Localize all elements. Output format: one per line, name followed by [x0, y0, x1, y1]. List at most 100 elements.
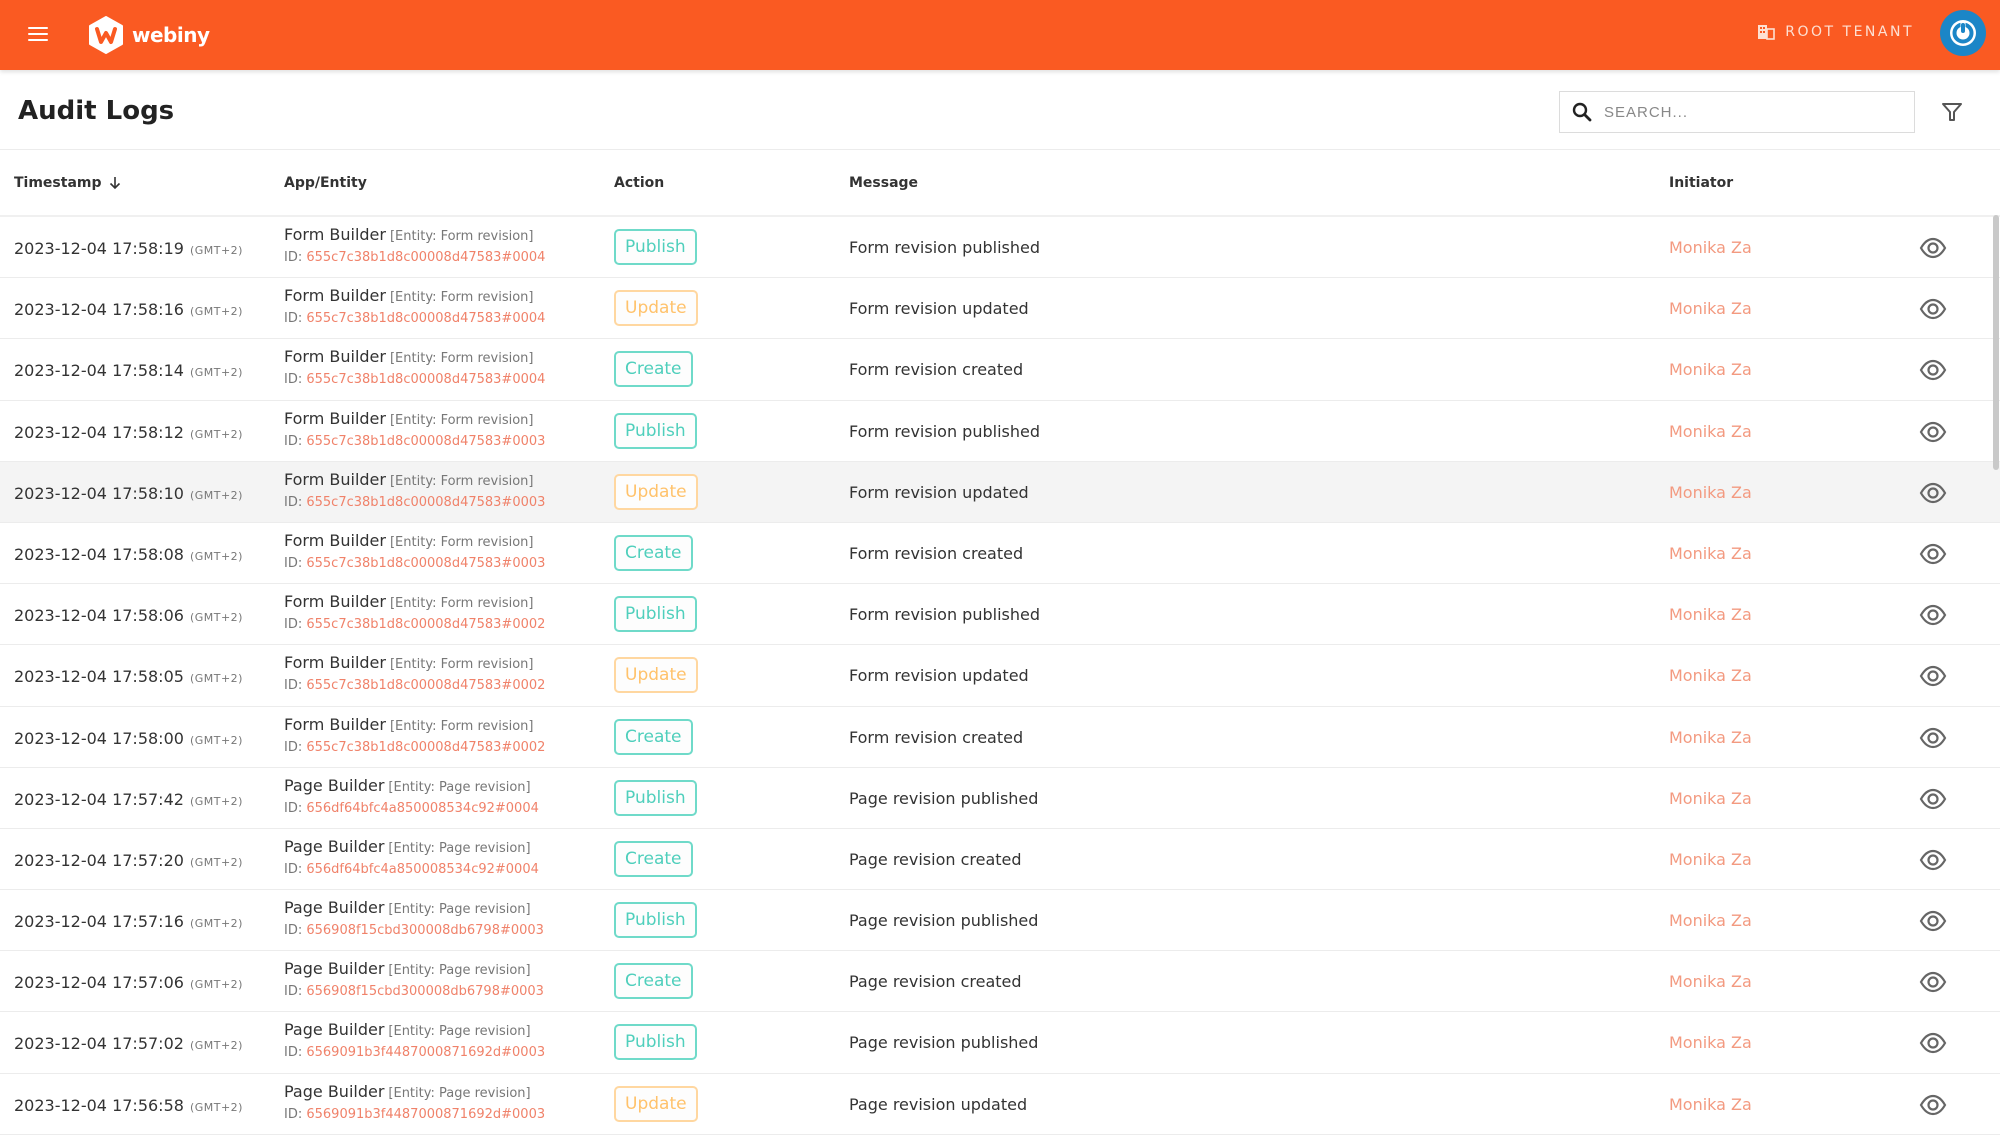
initiator-link[interactable]: Monika Za [1669, 1095, 1752, 1114]
entity-type: [Entity: Page revision] [388, 902, 531, 918]
table-row[interactable]: 2023-12-04 17:56:58 (GMT+2) Page Builder[… [0, 1073, 2000, 1135]
message-cell: Page revision updated [849, 1094, 1028, 1114]
initiator-link[interactable]: Monika Za [1669, 238, 1752, 257]
initiator-link[interactable]: Monika Za [1669, 360, 1752, 379]
action-badge: Create [614, 534, 693, 571]
table-row[interactable]: 2023-12-04 17:57:16 (GMT+2) Page Builder[… [0, 890, 2000, 952]
action-badge: Create [614, 718, 693, 755]
timezone: (GMT+2) [189, 672, 243, 686]
webiny-logo[interactable]: webiny [88, 13, 210, 57]
initiator-link[interactable]: Monika Za [1669, 728, 1752, 747]
app-name: Form Builder [284, 530, 386, 550]
table-row[interactable]: 2023-12-04 17:58:19 (GMT+2) Form Builder[… [0, 217, 2000, 279]
action-badge: Update [614, 290, 698, 327]
initiator-link[interactable]: Monika Za [1669, 1033, 1752, 1052]
view-details-eye-icon[interactable] [1919, 662, 1947, 690]
entity-type: [Entity: Form revision] [389, 473, 534, 489]
action-badge: Create [614, 963, 693, 1000]
entity-id: 655c7c38b1d8c00008d47583#0002 [306, 739, 546, 755]
search-icon [1572, 102, 1592, 122]
initiator-link[interactable]: Monika Za [1669, 422, 1752, 441]
table-row[interactable]: 2023-12-04 17:57:42 (GMT+2) Page Builder[… [0, 767, 2000, 829]
table-row[interactable]: 2023-12-04 17:58:06 (GMT+2) Form Builder[… [0, 584, 2000, 646]
timestamp-cell: 2023-12-04 17:58:16 (GMT+2) [14, 300, 243, 319]
entity-id: 655c7c38b1d8c00008d47583#0004 [306, 372, 546, 388]
initiator-link[interactable]: Monika Za [1669, 972, 1752, 991]
view-details-eye-icon[interactable] [1919, 968, 1947, 996]
table-row[interactable]: 2023-12-04 17:58:14 (GMT+2) Form Builder[… [0, 339, 2000, 401]
app-name: Form Builder [284, 592, 386, 612]
timestamp-cell: 2023-12-04 17:58:14 (GMT+2) [14, 361, 243, 380]
entity-id: 655c7c38b1d8c00008d47583#0002 [306, 678, 546, 694]
filter-icon[interactable] [1940, 100, 1964, 124]
view-details-eye-icon[interactable] [1919, 907, 1947, 935]
timestamp: 2023-12-04 17:58:10 [14, 483, 184, 503]
initiator-link[interactable]: Monika Za [1669, 544, 1752, 563]
table-row[interactable]: 2023-12-04 17:58:16 (GMT+2) Form Builder[… [0, 278, 2000, 340]
view-details-eye-icon[interactable] [1919, 1091, 1947, 1119]
id-label: ID: [284, 678, 307, 694]
app-entity-cell: Form Builder [Entity: Form revision] ID: … [284, 592, 545, 632]
table-row[interactable]: 2023-12-04 17:58:12 (GMT+2) Form Builder[… [0, 400, 2000, 462]
table-row[interactable]: 2023-12-04 17:58:10 (GMT+2) Form Builder[… [0, 461, 2000, 523]
table-row[interactable]: 2023-12-04 17:58:00 (GMT+2) Form Builder[… [0, 706, 2000, 768]
vertical-scrollbar[interactable] [1993, 215, 1999, 470]
initiator-link[interactable]: Monika Za [1669, 911, 1752, 930]
app-entity-cell: Form Builder [Entity: Form revision] ID: … [284, 531, 545, 571]
view-details-eye-icon[interactable] [1919, 356, 1947, 384]
initiator-link[interactable]: Monika Za [1669, 666, 1752, 685]
initiator-link[interactable]: Monika Za [1669, 850, 1752, 869]
entity-id: 656908f15cbd300008db6798#0003 [306, 984, 544, 1000]
initiator-link[interactable]: Monika Za [1669, 483, 1752, 502]
column-header-timestamp[interactable]: Timestamp [14, 175, 122, 191]
view-details-eye-icon[interactable] [1919, 295, 1947, 323]
id-label: ID: [284, 984, 307, 1000]
search-box[interactable] [1559, 91, 1915, 133]
app-entity-cell: Page Builder [Entity: Page revision] ID: … [284, 959, 544, 999]
table-row[interactable]: 2023-12-04 17:57:02 (GMT+2) Page Builder[… [0, 1012, 2000, 1074]
action-badge: Update [614, 473, 698, 510]
app-entity-cell: Page Builder [Entity: Page revision] ID: … [284, 837, 539, 877]
app-entity-cell: Form Builder [Entity: Form revision] ID: … [284, 715, 545, 755]
table-row[interactable]: 2023-12-04 17:58:05 (GMT+2) Form Builder[… [0, 645, 2000, 707]
table-row[interactable]: 2023-12-04 17:57:06 (GMT+2) Page Builder[… [0, 951, 2000, 1013]
tenant-selector[interactable]: ROOT TENANT [1757, 24, 1914, 40]
view-details-eye-icon[interactable] [1919, 479, 1947, 507]
view-details-eye-icon[interactable] [1919, 418, 1947, 446]
timestamp-cell: 2023-12-04 17:57:02 (GMT+2) [14, 1034, 243, 1053]
initiator-link[interactable]: Monika Za [1669, 605, 1752, 624]
table-row[interactable]: 2023-12-04 17:58:08 (GMT+2) Form Builder[… [0, 522, 2000, 585]
entity-type: [Entity: Form revision] [389, 657, 534, 673]
view-details-eye-icon[interactable] [1919, 846, 1947, 874]
timezone: (GMT+2) [189, 917, 243, 931]
timestamp: 2023-12-04 17:58:16 [14, 300, 184, 320]
app-name: Page Builder [284, 959, 385, 979]
power-icon [1950, 20, 1976, 46]
app-name: Form Builder [284, 225, 386, 244]
initiator-link[interactable]: Monika Za [1669, 299, 1752, 318]
timestamp: 2023-12-04 17:57:02 [14, 1034, 184, 1054]
timestamp: 2023-12-04 17:58:06 [14, 606, 184, 626]
user-avatar[interactable] [1940, 10, 1986, 56]
view-details-eye-icon[interactable] [1919, 601, 1947, 629]
timestamp: 2023-12-04 17:58:05 [14, 667, 184, 687]
view-details-eye-icon[interactable] [1919, 724, 1947, 752]
timestamp: 2023-12-04 17:58:12 [14, 422, 184, 442]
view-details-eye-icon[interactable] [1919, 785, 1947, 813]
hamburger-menu-icon[interactable] [26, 22, 50, 46]
search-input[interactable] [1604, 103, 1894, 121]
message-cell: Form revision created [849, 360, 1024, 380]
message-cell: Page revision created [849, 849, 1022, 869]
view-details-eye-icon[interactable] [1919, 1029, 1947, 1057]
id-label: ID: [284, 1045, 307, 1061]
view-details-eye-icon[interactable] [1919, 234, 1947, 262]
entity-type: [Entity: Form revision] [389, 412, 534, 428]
initiator-link[interactable]: Monika Za [1669, 789, 1752, 808]
column-header-initiator: Initiator [1669, 175, 1734, 191]
timestamp: 2023-12-04 17:58:14 [14, 361, 184, 381]
view-details-eye-icon[interactable] [1919, 540, 1947, 568]
message-cell: Page revision created [849, 972, 1022, 992]
app-entity-cell: Form Builder [Entity: Form revision] ID: … [284, 409, 545, 449]
table-row[interactable]: 2023-12-04 17:57:20 (GMT+2) Page Builder[… [0, 828, 2000, 891]
action-badge: Create [614, 840, 693, 877]
